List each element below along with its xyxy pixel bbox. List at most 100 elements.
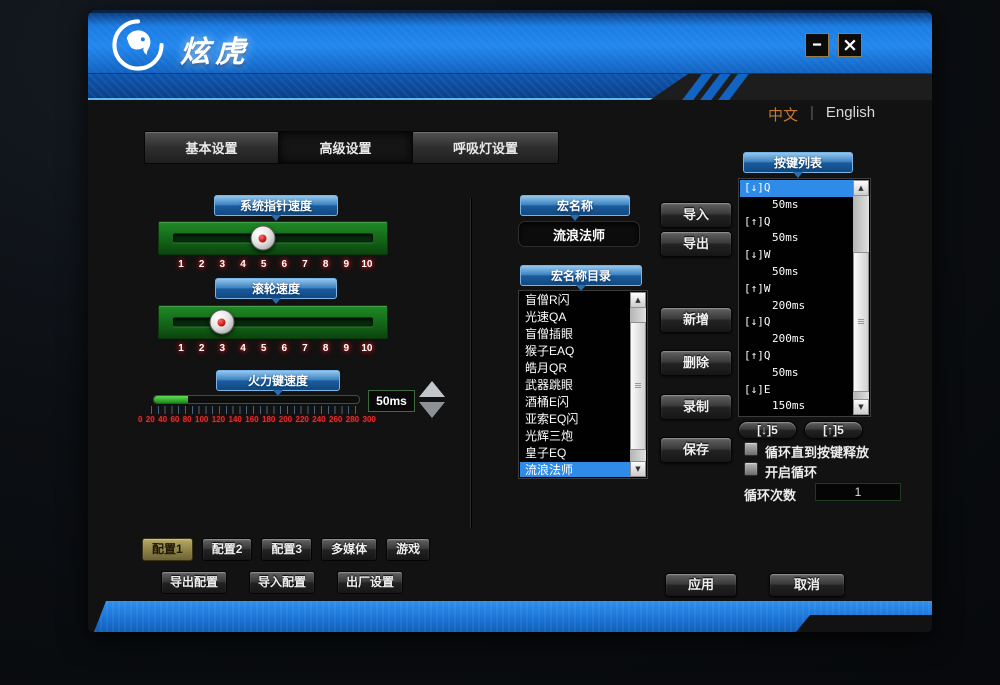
macro-list-item[interactable]: 盲僧插眼 [520,326,630,343]
key-list-entry[interactable]: [↓]E [740,382,853,399]
fire-speed-increase-icon[interactable] [419,381,445,397]
macro-list-item[interactable]: 武器跳眼 [520,377,630,394]
tick-label: 140 [228,415,242,424]
loop-count-label: 循环次数 [744,488,797,503]
macro-list-item[interactable]: 酒桶E闪 [520,394,630,411]
tick-label: 300 [362,415,376,424]
cancel-button[interactable]: 取消 [769,573,845,597]
lang-english[interactable]: English [826,104,875,125]
key-list-scrollbar[interactable]: ▲ ▼ [853,180,869,415]
tab[interactable]: 基本设置 [144,131,279,164]
config-action-button[interactable]: 导出配置 [161,571,228,594]
macro-list-item[interactable]: 流浪法师 [520,462,630,477]
key-list-entry[interactable]: [↓]Q [740,314,853,331]
macro-list-item[interactable]: 光速QA [520,309,630,326]
delete-macro-button[interactable]: 删除 [660,350,732,376]
pointer-knob[interactable] [250,225,276,251]
key-list-entry[interactable]: 50ms [740,230,853,247]
loop-until-release-label: 循环直到按键释放 [765,445,870,460]
config-action-button[interactable]: 导入配置 [249,571,316,594]
scroll-down-icon[interactable]: ▼ [630,461,646,477]
macro-list-item[interactable]: 皇子EQ [520,445,630,462]
fire-fill [154,396,189,403]
enable-loop-checkbox[interactable] [744,462,758,476]
macro-list-scrollbar[interactable]: ▲ ▼ [630,292,646,477]
enable-loop-label: 开启循环 [765,465,818,480]
tick-label: 5 [260,259,267,270]
pointer-speed-slider[interactable] [158,221,388,255]
loop-count-input[interactable] [815,483,901,501]
app-window: 炫虎 ━ × 中文 | English 基本设置 高级设置 呼吸灯设置 系统指针… [88,10,932,632]
wheel-speed-slider[interactable] [158,305,388,339]
key-list-entry[interactable]: 200ms [740,331,853,348]
loop-until-release-checkbox[interactable] [744,442,758,456]
scrollbar-thumb[interactable] [853,252,869,392]
tick-label: 240 [312,415,326,424]
record-macro-button[interactable]: 录制 [660,394,732,420]
profile-button[interactable]: 多媒体 [321,538,378,561]
tick-label: 5 [260,343,267,354]
lang-chinese[interactable]: 中文 [768,104,798,125]
delay-down-button[interactable]: [↓]5 [738,421,797,439]
key-list-entry[interactable]: 50ms [740,197,853,214]
tick-label: 6 [281,343,288,354]
key-list-entry[interactable]: [↑]W [740,281,853,298]
apply-button[interactable]: 应用 [665,573,737,597]
scroll-down-icon[interactable]: ▼ [853,399,869,415]
tick-label: 280 [345,415,360,424]
tick-label: 10 [361,259,373,270]
tick-label: 180 [262,415,276,424]
close-button[interactable]: × [838,33,862,57]
key-list-entry[interactable]: 200ms [740,298,853,315]
tick-label: 10 [361,343,373,354]
wheel-speed-label: 滚轮速度 [215,278,337,304]
tab-bar: 基本设置 高级设置 呼吸灯设置 [144,131,559,164]
key-list-entry[interactable]: [↑]Q [740,348,853,365]
tab[interactable]: 高级设置 [278,131,413,164]
profile-button[interactable]: 配置2 [201,538,253,561]
tick-label: 8 [322,259,329,270]
pointer-tick-row: 1 2 3 4 5 6 7 8 9 10 [172,259,376,270]
delay-up-button[interactable]: [↑]5 [804,421,863,439]
save-macro-button[interactable]: 保存 [660,437,732,463]
key-list-entry[interactable]: 50ms [740,365,853,382]
export-button[interactable]: 导出 [660,231,732,257]
profile-button[interactable]: 游戏 [386,538,431,561]
profile-button[interactable]: 配置3 [261,538,313,561]
macro-list-item[interactable]: 盲僧R闪 [520,292,630,309]
macro-name-input[interactable] [518,221,640,247]
pointer-speed-label: 系统指针速度 [214,195,338,221]
profile-button[interactable]: 配置1 [142,538,193,561]
tab[interactable]: 呼吸灯设置 [412,131,559,164]
key-list-entry[interactable]: 150ms [740,398,853,415]
minimize-button[interactable]: ━ [805,33,829,57]
profile-bar: 配置1 配置2 配置3 多媒体 游戏 [142,538,431,561]
tick-label: 7 [302,343,308,354]
key-list-entry[interactable]: [↓]Q [740,180,853,197]
key-list-entry[interactable]: [↓]W [740,247,853,264]
scroll-up-icon[interactable]: ▲ [630,292,646,308]
tick-label: 3 [219,343,226,354]
macro-list-item[interactable]: 光辉三炮 [520,428,630,445]
header-band [88,74,932,100]
scroll-up-icon[interactable]: ▲ [853,180,869,196]
fire-speed-decrease-icon[interactable] [419,402,445,418]
tick-label: 4 [240,343,246,354]
add-macro-button[interactable]: 新增 [660,307,732,333]
scrollbar-thumb[interactable] [630,322,646,450]
wheel-knob[interactable] [209,309,235,335]
macro-list-item[interactable]: 猴子EAQ [520,343,630,360]
import-button[interactable]: 导入 [660,202,732,228]
macro-list-item[interactable]: 亚索EQ闪 [520,411,630,428]
tick-label: 9 [343,343,350,354]
lang-divider: | [810,104,814,121]
brand-title: 炫虎 [180,36,250,69]
key-list-entry[interactable]: 50ms [740,264,853,281]
config-action-button[interactable]: 出厂设置 [337,571,404,594]
key-list-entry[interactable]: [↑]Q [740,214,853,231]
fire-speed-slider[interactable] [153,395,360,404]
tick-label: 0 [138,415,143,424]
column-divider [470,198,471,528]
macro-list-item[interactable]: 皓月QR [520,360,630,377]
config-action-bar: 导出配置 导入配置 出厂设置 [161,571,404,594]
